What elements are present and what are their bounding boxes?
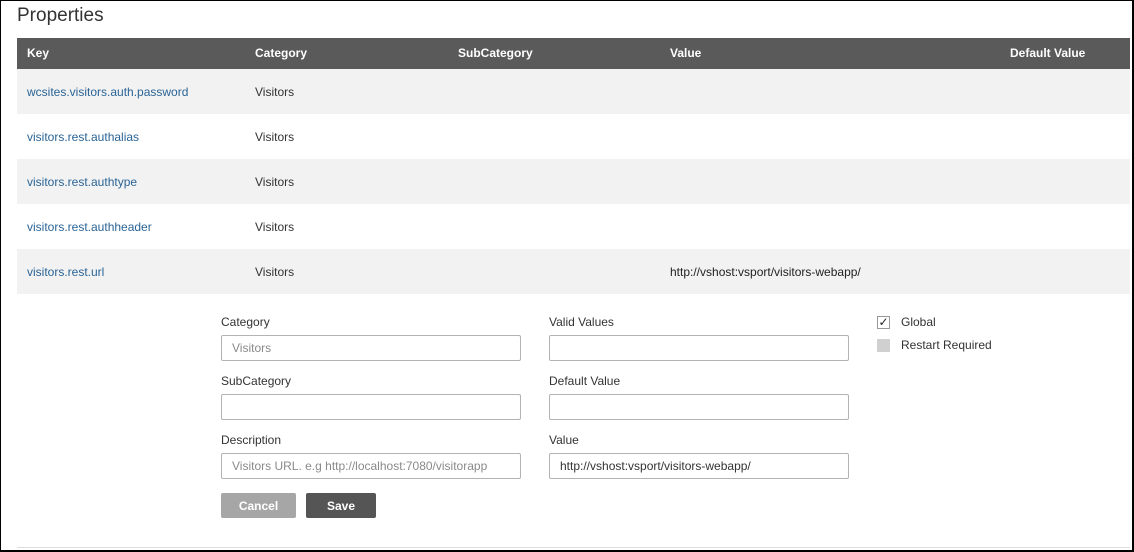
table-row[interactable]: wcsites.visitors.auth.password Visitors — [17, 69, 1130, 114]
row-key-link[interactable]: visitors.rest.authalias — [27, 130, 139, 144]
page-title: Properties — [17, 5, 104, 26]
property-editor: Category SubCategory Description Valid V… — [17, 294, 1130, 548]
row-value: http://vshost:vsport/visitors-webapp/ — [670, 265, 861, 279]
table-header: Key Category SubCategory Value Default V… — [17, 38, 1130, 69]
restart-required-checkbox[interactable] — [877, 338, 890, 352]
description-label: Description — [221, 433, 282, 447]
row-category: Visitors — [255, 85, 295, 99]
row-key-link[interactable]: wcsites.visitors.auth.password — [27, 85, 188, 99]
table-row[interactable]: visitors.rest.authtype Visitors — [17, 159, 1130, 204]
cancel-button[interactable]: Cancel — [221, 493, 296, 518]
table-row-selected[interactable]: visitors.rest.url Visitors http://vshost… — [17, 249, 1130, 294]
global-checkbox[interactable]: ✓ — [877, 315, 890, 329]
global-label: Global — [901, 315, 936, 329]
subcategory-label: SubCategory — [221, 374, 292, 388]
restart-required-label: Restart Required — [901, 338, 992, 352]
properties-table: Key Category SubCategory Value Default V… — [17, 38, 1130, 294]
description-input[interactable] — [221, 453, 521, 479]
valid-values-input[interactable] — [549, 335, 849, 361]
row-key-link[interactable]: visitors.rest.authheader — [27, 220, 152, 234]
row-category: Visitors — [255, 265, 295, 279]
default-value-label: Default Value — [549, 374, 621, 388]
header-subcategory[interactable]: SubCategory — [458, 46, 533, 60]
global-option[interactable]: ✓ Global — [877, 315, 936, 329]
header-category[interactable]: Category — [255, 46, 307, 60]
header-default-value[interactable]: Default Value — [1010, 46, 1085, 60]
valid-values-label: Valid Values — [549, 315, 614, 329]
save-button[interactable]: Save — [306, 493, 376, 518]
category-label: Category — [221, 315, 270, 329]
table-row[interactable]: visitors.rest.authalias Visitors — [17, 114, 1130, 159]
header-key[interactable]: Key — [27, 46, 49, 60]
value-label: Value — [549, 433, 579, 447]
restart-required-option[interactable]: Restart Required — [877, 338, 992, 352]
row-category: Visitors — [255, 220, 295, 234]
row-category: Visitors — [255, 130, 295, 144]
subcategory-input[interactable] — [221, 394, 521, 420]
row-key-link[interactable]: visitors.rest.url — [27, 265, 104, 279]
table-row[interactable]: visitors.rest.authheader Visitors — [17, 204, 1130, 249]
default-value-input[interactable] — [549, 394, 849, 420]
category-input[interactable] — [221, 335, 521, 361]
header-value[interactable]: Value — [670, 46, 701, 60]
value-input[interactable] — [549, 453, 849, 479]
row-key-link[interactable]: visitors.rest.authtype — [27, 175, 137, 189]
checkmark-icon: ✓ — [878, 315, 889, 329]
row-category: Visitors — [255, 175, 295, 189]
